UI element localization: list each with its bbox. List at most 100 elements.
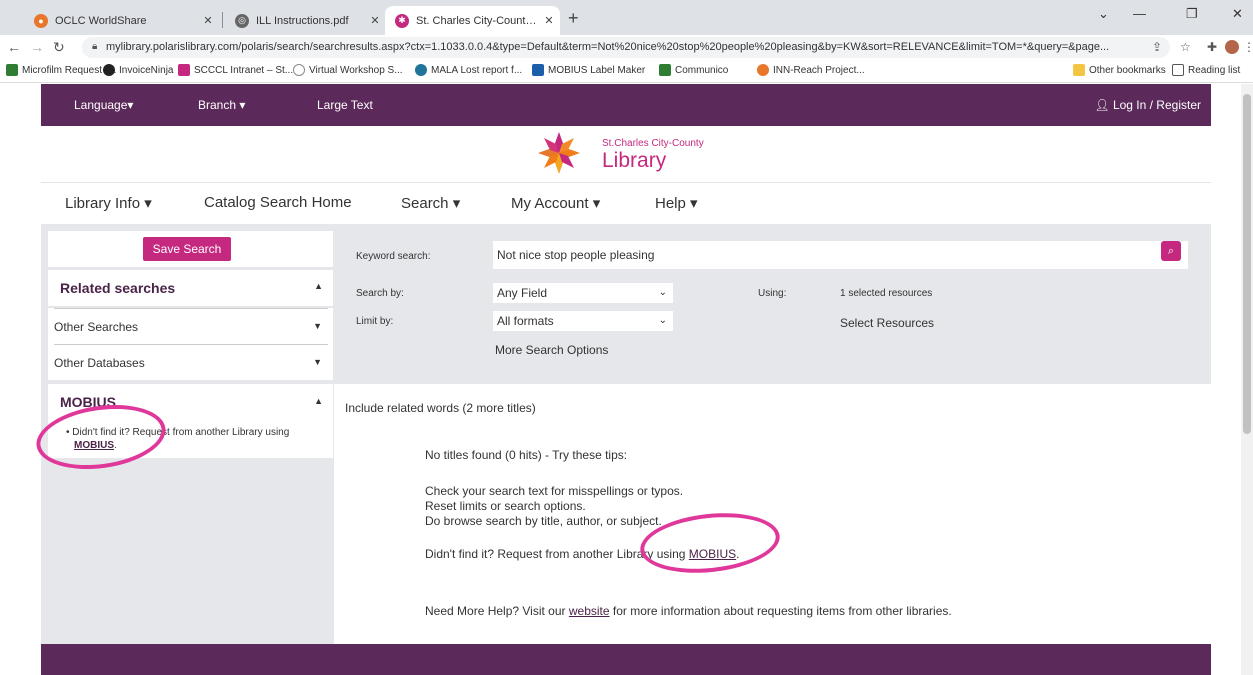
mobius-sidebar-text: • Didn't find it? Request from another L…	[66, 427, 290, 451]
library-banner: St.Charles City-County Library	[41, 126, 1211, 182]
bookmark-mobius-label-maker[interactable]: MOBIUS Label Maker	[532, 64, 645, 76]
profile-avatar[interactable]	[1225, 40, 1239, 54]
extensions-icon[interactable]: ✚	[1207, 40, 1217, 54]
tip-reset-limits: Reset limits or search options.	[425, 499, 586, 513]
reload-icon[interactable]: ↻	[53, 39, 65, 56]
bookmark-microfilm[interactable]: Microfilm Request (...	[6, 64, 116, 76]
close-icon[interactable]: ✕	[197, 14, 219, 27]
tip-misspellings: Check your search text for misspellings …	[425, 484, 684, 498]
mobius-panel-title: MOBIUS	[60, 394, 116, 410]
tab-oclc-worldshare[interactable]: ● OCLC WorldShare ✕	[24, 6, 219, 35]
large-text-link[interactable]: Large Text	[317, 98, 373, 112]
mobius-results-link[interactable]: MOBIUS	[689, 547, 736, 561]
library-star-icon: ✱	[395, 13, 409, 28]
main-nav: Library Info ▾ Catalog Search Home Searc…	[41, 182, 1211, 224]
other-searches-toggle[interactable]: Other Searches ▼	[54, 308, 328, 344]
bookmark-inn-reach[interactable]: INN-Reach Project...	[757, 64, 865, 76]
close-icon[interactable]: ✕	[364, 14, 386, 27]
bookmark-virtual-workshop[interactable]: Virtual Workshop S...	[293, 64, 403, 76]
forward-arrow-icon[interactable]: →	[30, 39, 44, 55]
related-searches-header[interactable]: Related searches ▲	[48, 270, 333, 306]
close-window-icon[interactable]: ✕	[1232, 6, 1243, 22]
select-resources-link[interactable]: Select Resources	[840, 316, 934, 330]
caret-up-icon: ▲	[314, 281, 323, 291]
tab-st-charles-library[interactable]: ✱ St. Charles City-County Library C ✕	[385, 6, 560, 35]
caret-down-icon: ▼	[313, 321, 322, 331]
caret-down-icon: ▼	[313, 357, 322, 367]
branch-menu[interactable]: Branch ▾	[198, 98, 245, 112]
chevron-down-icon: ⌄	[658, 287, 667, 298]
tab-search-chevron-icon[interactable]: ⌄	[1098, 6, 1109, 22]
page-viewport: Language▾ Branch ▾ Large Text 👤︎ Log In …	[0, 84, 1241, 675]
logo-subtitle: St.Charles City-County	[602, 138, 704, 149]
bookmark-scccl-intranet[interactable]: SCCCL Intranet – St...	[178, 64, 293, 76]
url-field[interactable]: mylibrary.polarislibrary.com/polaris/sea…	[82, 37, 1170, 58]
top-utility-nav: Language▾ Branch ▾ Large Text 👤︎ Log In …	[41, 84, 1211, 126]
search-icon[interactable]: ⌕	[1161, 241, 1181, 261]
keyword-search-input[interactable]: Not nice stop people pleasing	[493, 241, 1188, 269]
no-titles-found: No titles found (0 hits) - Try these tip…	[425, 448, 628, 462]
results-panel: Include related words (2 more titles) No…	[334, 384, 1211, 644]
wordpress-icon	[415, 64, 427, 76]
page-footer	[41, 644, 1211, 675]
content-area: Save Search Related searches ▲ Other Sea…	[41, 224, 1211, 644]
bookmark-star-icon[interactable]: ☆	[1180, 40, 1191, 54]
worldshare-icon: ●	[34, 13, 48, 28]
website-link[interactable]: website	[569, 604, 610, 618]
bookmark-favicon-icon	[6, 64, 18, 76]
nav-search[interactable]: Search ▾	[401, 194, 460, 212]
bookmark-favicon-icon	[178, 64, 190, 76]
address-bar-row: ← → ↻ mylibrary.polarislibrary.com/polar…	[0, 35, 1253, 60]
mobius-sidebar-link[interactable]: MOBIUS	[66, 440, 114, 451]
sidebar-spacer	[328, 308, 333, 380]
nav-help[interactable]: Help ▾	[655, 194, 698, 212]
share-icon[interactable]: ⇪	[1152, 40, 1162, 54]
logo-title[interactable]: Library	[602, 149, 666, 173]
reading-list[interactable]: Reading list	[1172, 64, 1240, 76]
bookmark-favicon-icon	[659, 64, 671, 76]
close-icon[interactable]: ✕	[538, 14, 560, 27]
reading-list-icon	[1172, 64, 1184, 76]
need-more-help-text: Need More Help? Visit our website for mo…	[425, 604, 952, 618]
other-databases-toggle[interactable]: Other Databases ▼	[54, 344, 328, 380]
bookmark-mala-lost-report[interactable]: MALA Lost report f...	[415, 64, 522, 76]
didnt-find-text: Didn't find it? Request from another Lib…	[425, 547, 740, 561]
tip-browse-search: Do browse search by title, author, or su…	[425, 514, 662, 528]
bookmark-favicon-icon	[532, 64, 544, 76]
globe-icon: ◎	[235, 13, 249, 28]
scrollbar-thumb[interactable]	[1243, 94, 1251, 434]
more-search-options-link[interactable]: More Search Options	[495, 343, 608, 357]
chevron-down-icon: ⌄	[658, 315, 667, 326]
other-bookmarks[interactable]: Other bookmarks	[1073, 64, 1166, 76]
save-search-button[interactable]: Save Search	[143, 237, 231, 261]
tab-ill-instructions[interactable]: ◎ ILL Instructions.pdf ✕	[225, 6, 386, 35]
language-menu[interactable]: Language▾	[74, 98, 133, 112]
caret-up-icon[interactable]: ▲	[314, 396, 323, 406]
browser-tab-bar: ● OCLC WorldShare ✕ ◎ ILL Instructions.p…	[0, 0, 1253, 35]
back-arrow-icon[interactable]: ←	[7, 39, 21, 55]
nav-my-account[interactable]: My Account ▾	[511, 194, 600, 212]
limit-by-select[interactable]: All formats ⌄	[493, 311, 673, 331]
search-by-select[interactable]: Any Field ⌄	[493, 283, 673, 303]
save-search-panel: Save Search	[48, 231, 333, 267]
page-scrollbar[interactable]	[1241, 84, 1253, 675]
nav-catalog-search-home[interactable]: Catalog Search Home	[204, 194, 352, 211]
bookmark-invoiceninja[interactable]: InvoiceNinja	[103, 64, 173, 76]
folder-icon	[1073, 64, 1085, 76]
library-logo-star-icon[interactable]	[538, 132, 580, 174]
bookmark-favicon-icon	[757, 64, 769, 76]
restore-icon[interactable]: ❐	[1186, 6, 1198, 22]
include-related-words-link[interactable]: Include related words (2 more titles)	[345, 401, 536, 415]
using-label: Using:	[758, 288, 787, 299]
minimize-icon[interactable]: —	[1133, 6, 1146, 21]
bookmark-favicon-icon	[103, 64, 115, 76]
new-tab-button[interactable]: +	[568, 8, 579, 29]
menu-kebab-icon[interactable]: ⋮	[1243, 40, 1253, 54]
search-by-label: Search by:	[356, 288, 404, 299]
nav-library-info[interactable]: Library Info ▾	[65, 194, 152, 212]
login-register-link[interactable]: 👤︎ Log In / Register	[1094, 98, 1201, 112]
bookmark-communico[interactable]: Communico	[659, 64, 728, 76]
lock-icon[interactable]: 🔒︎	[92, 41, 97, 52]
mobius-panel: MOBIUS ▲ • Didn't find it? Request from …	[48, 384, 333, 458]
user-icon: 👤︎	[1094, 98, 1113, 112]
